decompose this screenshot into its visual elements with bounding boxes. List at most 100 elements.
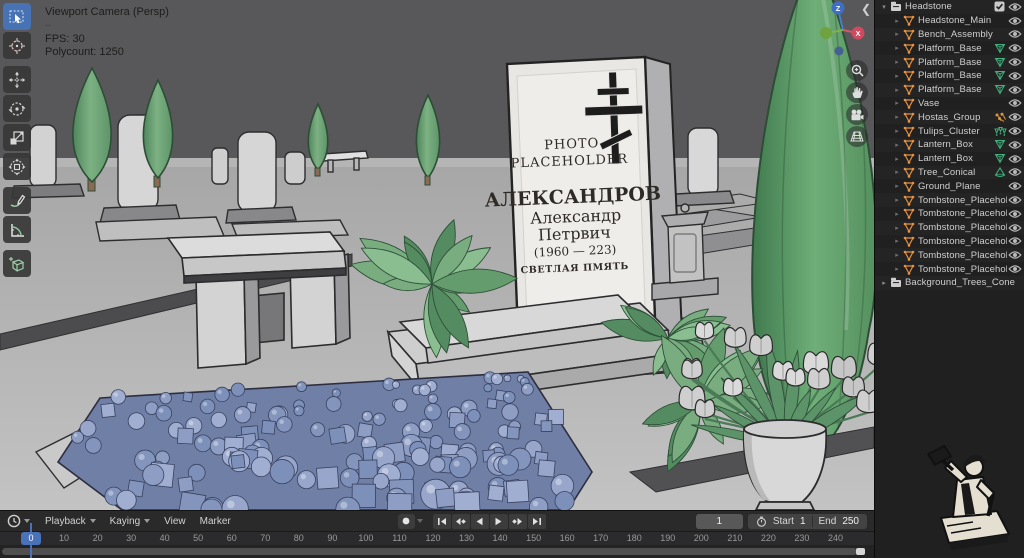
jump-start-button[interactable]	[433, 514, 451, 529]
chevron-right-icon[interactable]: ▸	[892, 141, 902, 149]
editor-type-button[interactable]	[7, 514, 30, 528]
play-button[interactable]	[490, 514, 508, 529]
chevron-right-icon[interactable]: ▸	[892, 168, 902, 176]
eye-icon[interactable]	[1007, 112, 1022, 123]
scale-tool-button[interactable]	[3, 124, 31, 151]
chevron-right-icon[interactable]: ▸	[892, 251, 902, 259]
outliner-row-hostas-group[interactable]: ▸Hostas_Group	[875, 110, 1024, 124]
eye-icon[interactable]	[1007, 208, 1022, 219]
outliner-row-tombstone-placehok[interactable]: ▸Tombstone_Placehok	[875, 262, 1024, 276]
chevron-right-icon[interactable]: ▸	[892, 99, 902, 107]
outliner-row-tombstone-placehok[interactable]: ▸Tombstone_Placehok	[875, 221, 1024, 235]
camera-view-button[interactable]	[846, 104, 868, 125]
chevron-right-icon[interactable]: ▸	[892, 58, 902, 66]
gizmo-y-axis[interactable]	[820, 27, 832, 39]
eye-icon[interactable]	[1007, 1, 1022, 12]
outliner-row-lantern-box[interactable]: ▸Lantern_Box	[875, 152, 1024, 166]
select-box-tool-button[interactable]	[3, 3, 31, 30]
rotate-tool-button[interactable]	[3, 95, 31, 122]
panel-collapse-chevron[interactable]: ❮	[861, 3, 871, 15]
next-key-button[interactable]	[509, 514, 527, 529]
chevron-down-icon[interactable]	[417, 519, 423, 523]
chevron-right-icon[interactable]: ▸	[892, 44, 902, 52]
viewport-3d[interactable]: PHOTO PLACEHOLDER АЛЕКСАНДРОВ Александр …	[0, 0, 874, 510]
outliner-row-lantern-box[interactable]: ▸Lantern_Box	[875, 138, 1024, 152]
eye-icon[interactable]	[1007, 15, 1022, 26]
eye-icon[interactable]	[1007, 236, 1022, 247]
outliner-row-platform-base[interactable]: ▸Platform_Base	[875, 69, 1024, 83]
annotate-tool-button[interactable]	[3, 187, 31, 214]
chevron-right-icon[interactable]: ▸	[892, 72, 902, 80]
chevron-right-icon[interactable]: ▸	[892, 30, 902, 38]
outliner-row-platform-base[interactable]: ▸Platform_Base	[875, 41, 1024, 55]
auto-key-button[interactable]	[398, 514, 415, 529]
timeline-playhead[interactable]: 0	[21, 532, 41, 545]
menu-view[interactable]: View	[164, 516, 186, 527]
outliner-row-tombstone-placehok[interactable]: ▸Tombstone_Placehok	[875, 207, 1024, 221]
outliner-row-tombstone-placehok[interactable]: ▸Tombstone_Placehok	[875, 193, 1024, 207]
timeline-scrollbar[interactable]	[2, 548, 857, 555]
gizmo-minus-z-axis[interactable]	[835, 47, 844, 56]
grid-view-button[interactable]	[846, 126, 868, 147]
chevron-right-icon[interactable]: ▸	[892, 155, 902, 163]
zoom-view-button[interactable]	[846, 60, 868, 81]
chevron-right-icon[interactable]: ▸	[879, 279, 889, 287]
eye-icon[interactable]	[1007, 195, 1022, 206]
eye-icon[interactable]	[1007, 98, 1022, 109]
eye-icon[interactable]	[1007, 250, 1022, 261]
eye-icon[interactable]	[1007, 264, 1022, 275]
outliner-row-background-trees-cone[interactable]: ▸Background_Trees_Cone	[875, 276, 1024, 290]
eye-icon[interactable]	[1007, 153, 1022, 164]
scrollbar-handle[interactable]	[856, 548, 865, 555]
chevron-right-icon[interactable]: ▸	[892, 182, 902, 190]
cursor-tool-button[interactable]	[3, 32, 31, 59]
eye-icon[interactable]	[1007, 29, 1022, 40]
chevron-right-icon[interactable]: ▸	[892, 86, 902, 94]
outliner-row-vase[interactable]: ▸Vase	[875, 97, 1024, 111]
chevron-right-icon[interactable]: ▸	[892, 224, 902, 232]
chevron-right-icon[interactable]: ▸	[892, 265, 902, 273]
chevron-right-icon[interactable]: ▸	[892, 237, 902, 245]
frame-range-group[interactable]: Start 1 End 250	[748, 514, 867, 529]
outliner-row-tombstone-placehok[interactable]: ▸Tombstone_Placehok	[875, 248, 1024, 262]
chevron-right-icon[interactable]: ▸	[892, 17, 902, 25]
chevron-right-icon[interactable]: ▸	[892, 196, 902, 204]
add-cube-tool-button[interactable]	[3, 250, 31, 277]
transform-tool-button[interactable]	[3, 153, 31, 180]
timeline-ruler[interactable]: 0 01020304050607080901001101201301401501…	[0, 532, 874, 545]
current-frame-field[interactable]: 1	[696, 514, 743, 529]
play-icon	[494, 517, 503, 526]
outliner-row-headstone[interactable]: ▾Headstone	[875, 0, 1024, 14]
jump-end-button[interactable]	[528, 514, 546, 529]
eye-icon[interactable]	[1007, 139, 1022, 150]
collection-checkbox[interactable]	[994, 1, 1005, 12]
outliner-row-platform-base[interactable]: ▸Platform_Base	[875, 55, 1024, 69]
menu-playback[interactable]: Playback	[45, 516, 96, 527]
measure-tool-button[interactable]	[3, 216, 31, 243]
eye-icon[interactable]	[1007, 57, 1022, 68]
eye-icon[interactable]	[1007, 70, 1022, 81]
pan-hand-view-button[interactable]	[846, 82, 868, 103]
eye-icon[interactable]	[1007, 126, 1022, 137]
eye-icon[interactable]	[1007, 84, 1022, 95]
play-reverse-button[interactable]	[471, 514, 489, 529]
menu-kaying[interactable]: Kaying	[110, 516, 151, 527]
eye-icon[interactable]	[1007, 181, 1022, 192]
chevron-right-icon[interactable]: ▸	[892, 113, 902, 121]
outliner-row-headstone-main[interactable]: ▸Headstone_Main	[875, 14, 1024, 28]
outliner-row-platform-base[interactable]: ▸Platform_Base	[875, 83, 1024, 97]
menu-marker[interactable]: Marker	[200, 516, 231, 527]
eye-icon[interactable]	[1007, 167, 1022, 178]
prev-key-button[interactable]	[452, 514, 470, 529]
outliner-row-ground-plane[interactable]: ▸Ground_Plane	[875, 179, 1024, 193]
outliner-row-tree-conical[interactable]: ▸Tree_Conical	[875, 166, 1024, 180]
chevron-right-icon[interactable]: ▸	[892, 127, 902, 135]
eye-icon[interactable]	[1007, 222, 1022, 233]
chevron-right-icon[interactable]: ▸	[892, 210, 902, 218]
eye-icon[interactable]	[1007, 43, 1022, 54]
move-tool-button[interactable]	[3, 66, 31, 93]
outliner-row-tombstone-placehok[interactable]: ▸Tombstone_Placehok	[875, 235, 1024, 249]
outliner-row-tulips-cluster[interactable]: ▸Tulips_Cluster	[875, 124, 1024, 138]
outliner-row-bench-assembly[interactable]: ▸Bench_Assembly	[875, 28, 1024, 42]
chevron-down-icon[interactable]: ▾	[879, 3, 889, 11]
